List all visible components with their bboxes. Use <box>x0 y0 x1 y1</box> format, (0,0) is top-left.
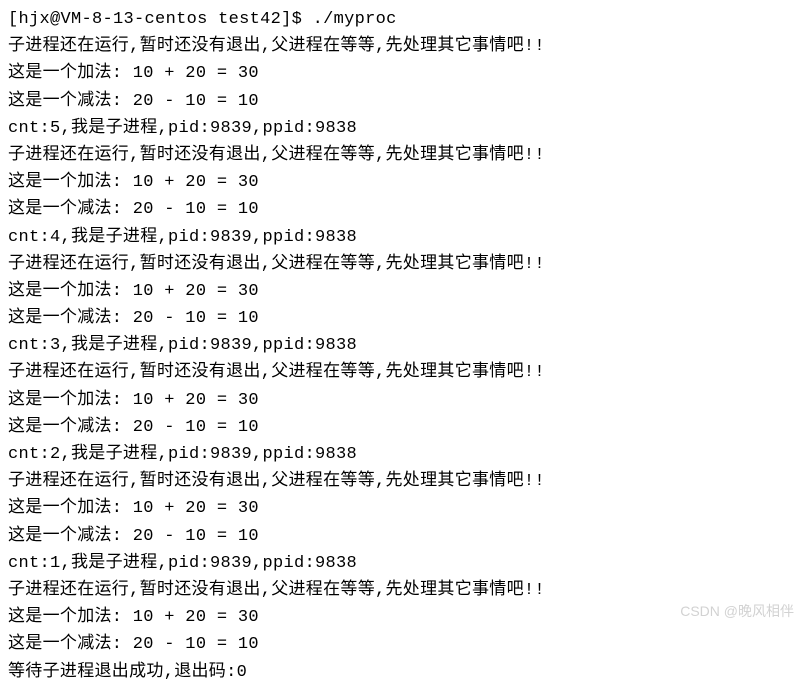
terminal-add-line: 这是一个加法: 10 + 20 = 30 <box>8 495 798 522</box>
terminal-sub-line: 这是一个减法: 20 - 10 = 10 <box>8 196 798 223</box>
terminal-child-line: cnt:1,我是子进程,pid:9839,ppid:9838 <box>8 550 798 577</box>
terminal-sub-line: 这是一个减法: 20 - 10 = 10 <box>8 523 798 550</box>
terminal-output: 子进程还在运行,暂时还没有退出,父进程在等等,先处理其它事情吧!!这是一个加法:… <box>8 33 798 658</box>
terminal-running-line: 子进程还在运行,暂时还没有退出,父进程在等等,先处理其它事情吧!! <box>8 251 798 278</box>
terminal-add-line: 这是一个加法: 10 + 20 = 30 <box>8 604 798 631</box>
terminal-running-line: 子进程还在运行,暂时还没有退出,父进程在等等,先处理其它事情吧!! <box>8 577 798 604</box>
terminal-child-line: cnt:3,我是子进程,pid:9839,ppid:9838 <box>8 332 798 359</box>
terminal-sub-line: 这是一个减法: 20 - 10 = 10 <box>8 631 798 658</box>
terminal-add-line: 这是一个加法: 10 + 20 = 30 <box>8 60 798 87</box>
terminal-child-line: cnt:5,我是子进程,pid:9839,ppid:9838 <box>8 115 798 142</box>
terminal-child-line: cnt:2,我是子进程,pid:9839,ppid:9838 <box>8 441 798 468</box>
terminal-add-line: 这是一个加法: 10 + 20 = 30 <box>8 387 798 414</box>
terminal-sub-line: 这是一个减法: 20 - 10 = 10 <box>8 305 798 332</box>
terminal-running-line: 子进程还在运行,暂时还没有退出,父进程在等等,先处理其它事情吧!! <box>8 359 798 386</box>
terminal-running-line: 子进程还在运行,暂时还没有退出,父进程在等等,先处理其它事情吧!! <box>8 142 798 169</box>
terminal-running-line: 子进程还在运行,暂时还没有退出,父进程在等等,先处理其它事情吧!! <box>8 468 798 495</box>
terminal-sub-line: 这是一个减法: 20 - 10 = 10 <box>8 414 798 441</box>
terminal-running-line: 子进程还在运行,暂时还没有退出,父进程在等等,先处理其它事情吧!! <box>8 33 798 60</box>
terminal-prompt-line: [hjx@VM-8-13-centos test42]$ ./myproc <box>8 6 798 33</box>
terminal-sub-line: 这是一个减法: 20 - 10 = 10 <box>8 88 798 115</box>
terminal-final-line: 等待子进程退出成功,退出码:0 <box>8 659 798 686</box>
terminal-add-line: 这是一个加法: 10 + 20 = 30 <box>8 278 798 305</box>
terminal-child-line: cnt:4,我是子进程,pid:9839,ppid:9838 <box>8 224 798 251</box>
terminal-add-line: 这是一个加法: 10 + 20 = 30 <box>8 169 798 196</box>
